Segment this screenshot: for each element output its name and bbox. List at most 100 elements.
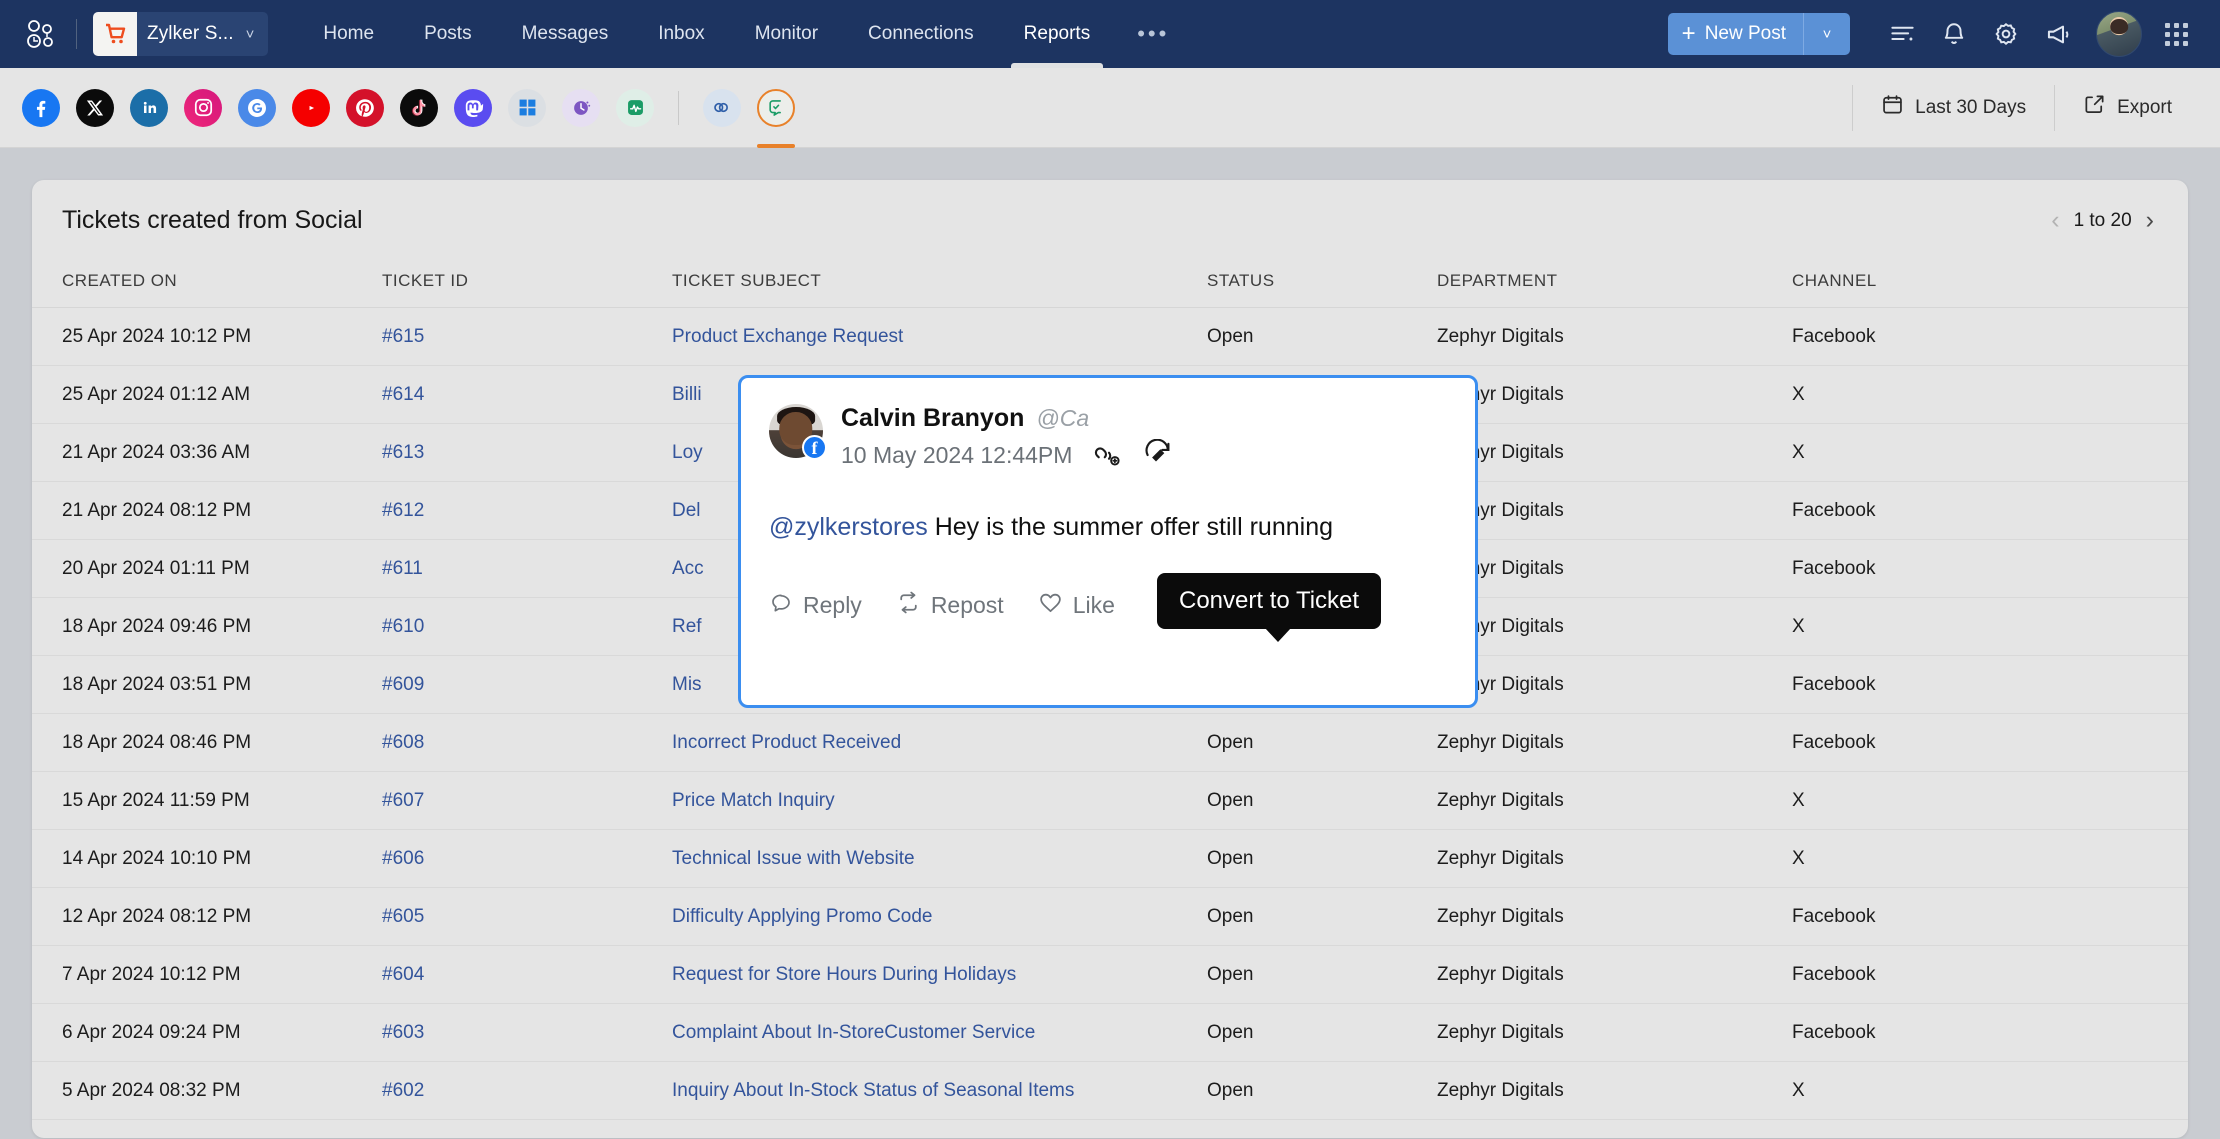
list-icon[interactable] (1876, 8, 1928, 60)
channel-chip-instagram[interactable] (176, 79, 230, 137)
zoho-social-logo-icon[interactable] (20, 14, 60, 54)
new-post-dropdown[interactable]: ˅ (1804, 13, 1850, 55)
export-button[interactable]: Export (2055, 85, 2200, 131)
nav-divider (76, 19, 77, 49)
cell-channel: Facebook (1792, 887, 2188, 946)
channel-chip-facebook[interactable] (14, 79, 68, 137)
channel-chip-zoho-cliq[interactable] (554, 79, 608, 137)
channel-chip-google-business[interactable] (230, 79, 284, 137)
brand-switcher[interactable]: Zylker S... ˅ (93, 12, 269, 56)
instagram-icon (184, 88, 222, 127)
cell-created_on: 18 Apr 2024 09:46 PM (32, 597, 382, 656)
channel-chip-zoho-crm[interactable] (695, 79, 749, 137)
table-row[interactable]: 18 Apr 2024 08:46 PM #608 Incorrect Produc… (32, 713, 2188, 772)
apps-grid-icon[interactable] (2150, 8, 2202, 60)
new-post-label: New Post (1704, 23, 1786, 44)
popup-repost-button[interactable]: Repost (896, 590, 1004, 621)
table-row[interactable]: 25 Apr 2024 10:12 PM #615 Product Exchange… (32, 307, 2188, 366)
cell-department: Zephyr Digitals (1437, 771, 1792, 830)
tickets-table-head: CREATED ON TICKET ID TICKET SUBJECT STAT… (32, 257, 2188, 308)
nav-item-posts[interactable]: Posts (399, 0, 497, 68)
channel-chip-tiktok[interactable] (392, 79, 446, 137)
cell-department: Zephyr Digitals (1437, 713, 1792, 772)
cell-department: Zephyr Digitals (1437, 481, 1792, 540)
page-body: Tickets created from Social ‹ 1 to 20 › … (0, 148, 2220, 1138)
col-department[interactable]: DEPARTMENT (1437, 257, 1792, 308)
cell-subject[interactable]: Price Match Inquiry (672, 771, 1207, 830)
col-ticket-id[interactable]: TICKET ID (382, 257, 672, 308)
table-row[interactable]: 7 Apr 2024 10:12 PM #604 Request for Store… (32, 945, 2188, 1004)
cell-subject[interactable]: Complaint About In-StoreCustomer Service (672, 1003, 1207, 1062)
convert-to-ticket-icon[interactable] (1142, 439, 1174, 471)
bell-icon[interactable] (1928, 8, 1980, 60)
channel-chip-linkedin[interactable] (122, 79, 176, 137)
table-row[interactable]: 15 Apr 2024 11:59 PM #607 Price Match Inqu… (32, 771, 2188, 830)
cell-ticket_id[interactable]: #606 (382, 829, 672, 888)
channel-chip-x-twitter[interactable] (68, 79, 122, 137)
cell-subject[interactable]: Incorrect Product Received (672, 713, 1207, 772)
date-range-filter[interactable]: Last 30 Days (1853, 85, 2054, 131)
table-row[interactable]: 5 Apr 2024 08:32 PM #602 Inquiry About In-… (32, 1061, 2188, 1120)
nav-item-inbox[interactable]: Inbox (633, 0, 729, 68)
pagination-prev-icon[interactable]: ‹ (2051, 208, 2059, 233)
cell-department: Zephyr Digitals (1437, 539, 1792, 598)
share-export-icon (2083, 93, 2106, 122)
cell-ticket_id[interactable]: #609 (382, 655, 672, 714)
col-created-on[interactable]: CREATED ON (32, 257, 382, 308)
nav-item-messages[interactable]: Messages (497, 0, 634, 68)
cell-subject[interactable]: Inquiry About In-Stock Status of Seasona… (672, 1061, 1207, 1120)
col-channel[interactable]: CHANNEL (1792, 257, 2188, 308)
cell-ticket_id[interactable]: #615 (382, 307, 672, 366)
cell-ticket_id[interactable]: #614 (382, 365, 672, 424)
popup-reply-button[interactable]: Reply (769, 591, 862, 621)
nav-item-home[interactable]: Home (298, 0, 399, 68)
nav-item-monitor[interactable]: Monitor (730, 0, 843, 68)
cell-subject[interactable]: Difficulty Applying Promo Code (672, 887, 1207, 946)
cell-ticket_id[interactable]: #612 (382, 481, 672, 540)
cell-ticket_id[interactable]: #608 (382, 713, 672, 772)
cell-ticket_id[interactable]: #604 (382, 945, 672, 1004)
cell-department: Zephyr Digitals (1437, 307, 1792, 366)
avatar[interactable] (2096, 11, 2142, 57)
channel-chip-zoho-desk[interactable] (749, 79, 803, 148)
cell-ticket_id[interactable]: #603 (382, 1003, 672, 1062)
cell-ticket_id[interactable]: #602 (382, 1061, 672, 1120)
nav-more-icon[interactable]: ••• (1115, 0, 1191, 68)
cell-subject[interactable]: Product Exchange Request (672, 307, 1207, 366)
tiktok-icon (400, 88, 438, 127)
popup-like-button[interactable]: Like (1038, 590, 1115, 621)
cell-status: Open (1207, 1061, 1437, 1120)
cell-ticket_id[interactable]: #610 (382, 597, 672, 656)
nav-item-reports[interactable]: Reports (999, 0, 1116, 68)
gear-icon[interactable] (1980, 8, 2032, 60)
pagination-next-icon[interactable]: › (2146, 208, 2154, 233)
cell-ticket_id[interactable]: #611 (382, 539, 672, 598)
cell-ticket_id[interactable]: #605 (382, 887, 672, 946)
channel-chip-pinterest[interactable] (338, 79, 392, 137)
channel-divider (678, 90, 679, 125)
cell-created_on: 20 Apr 2024 01:11 PM (32, 539, 382, 598)
channel-chip-mastodon[interactable] (446, 79, 500, 137)
table-row[interactable]: 14 Apr 2024 10:10 PM #606 Technical Issue … (32, 829, 2188, 888)
cell-subject[interactable]: Request for Store Hours During Holidays (672, 945, 1207, 1004)
cell-subject[interactable]: Technical Issue with Website (672, 829, 1207, 888)
cell-channel: Facebook (1792, 481, 2188, 540)
megaphone-icon[interactable] (2032, 8, 2084, 60)
new-post-button[interactable]: + New Post ˅ (1667, 13, 1850, 55)
new-post-main[interactable]: + New Post (1668, 13, 1803, 55)
shopping-cart-icon (93, 12, 137, 56)
channel-chip-youtube[interactable] (284, 79, 338, 137)
cell-created_on: 12 Apr 2024 08:12 PM (32, 887, 382, 946)
pagination-control: ‹ 1 to 20 › (2051, 208, 2154, 233)
cell-ticket_id[interactable]: #607 (382, 771, 672, 830)
nav-item-connections[interactable]: Connections (843, 0, 999, 68)
col-status[interactable]: STATUS (1207, 257, 1437, 308)
popup-mention[interactable]: @zylkerstores (769, 513, 928, 541)
cell-ticket_id[interactable]: #613 (382, 423, 672, 482)
col-ticket-subject[interactable]: TICKET SUBJECT (672, 257, 1207, 308)
table-row[interactable]: 6 Apr 2024 09:24 PM #603 Complaint About I… (32, 1003, 2188, 1062)
table-row[interactable]: 12 Apr 2024 08:12 PM #605 Difficulty Apply… (32, 887, 2188, 946)
channel-chip-microsoft-teams[interactable] (500, 79, 554, 137)
link-add-icon[interactable] (1092, 440, 1122, 470)
channel-chip-zoho-analytics[interactable] (608, 79, 662, 137)
